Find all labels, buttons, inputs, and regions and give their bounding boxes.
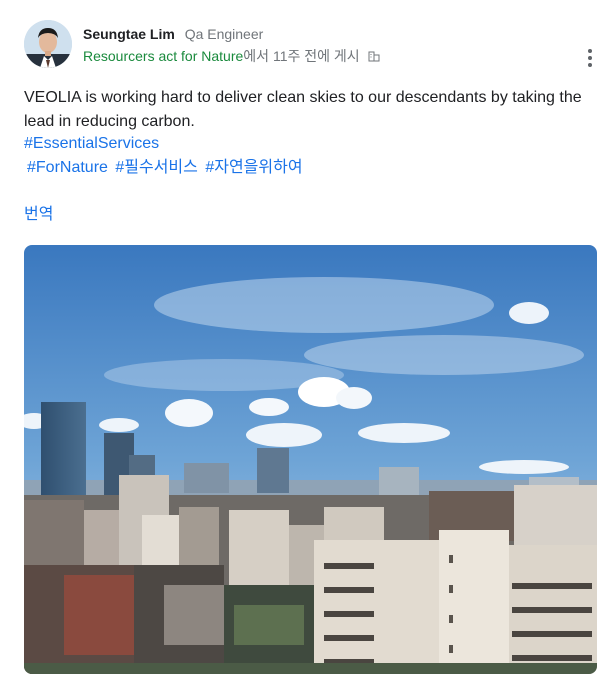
hashtag-row: #ForNature #필수서비스 #자연을위하여 bbox=[27, 156, 306, 180]
hashtag-for-nature[interactable]: #ForNature bbox=[27, 159, 108, 176]
translate-link[interactable]: 번역 bbox=[24, 203, 53, 227]
post-body: VEOLIA is working hard to deliver clean … bbox=[24, 89, 582, 130]
hashtag-essential-korean[interactable]: #필수서비스 bbox=[115, 159, 198, 176]
post-header: Seungtae Lim Qa Engineer Resourcers act … bbox=[24, 20, 614, 70]
author-line: Seungtae Lim Qa Engineer bbox=[83, 26, 263, 42]
post-meta: Resourcers act for Nature에서 11주 전에 게시 bbox=[83, 46, 380, 66]
hashtag-for-nature-korean[interactable]: #자연을위하여 bbox=[205, 159, 302, 176]
building-icon bbox=[368, 49, 380, 65]
community-link[interactable]: Resourcers act for Nature bbox=[83, 48, 243, 64]
post-photo[interactable] bbox=[24, 245, 597, 674]
post-time: 에서 11주 전에 게시 bbox=[243, 48, 360, 64]
author-name[interactable]: Seungtae Lim bbox=[83, 26, 175, 42]
hashtag-essential-services[interactable]: #EssentialServices bbox=[24, 132, 159, 156]
author-avatar[interactable] bbox=[24, 20, 72, 68]
post-card: Seungtae Lim Qa Engineer Resourcers act … bbox=[0, 0, 614, 683]
more-vert-icon[interactable] bbox=[580, 46, 600, 70]
author-role: Qa Engineer bbox=[184, 26, 264, 42]
avatar-portrait bbox=[24, 20, 72, 68]
city-skyline-photo bbox=[24, 245, 597, 674]
